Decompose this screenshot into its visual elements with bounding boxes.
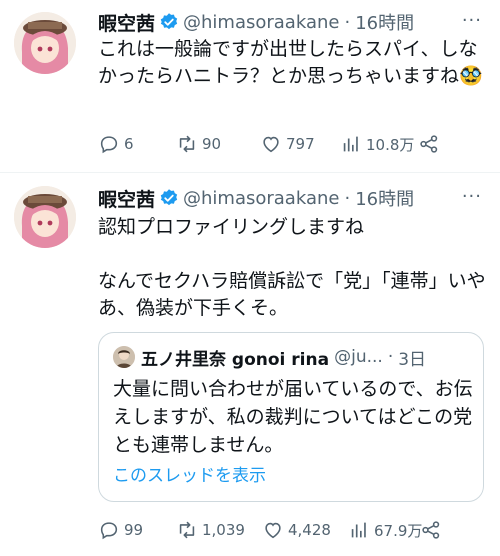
- separator: ·: [344, 11, 351, 33]
- avatar[interactable]: [14, 12, 76, 74]
- tweet-divider: [0, 172, 500, 173]
- avatar[interactable]: [14, 186, 76, 248]
- retweet-icon: [179, 135, 195, 153]
- retweet-count: 1,039: [202, 521, 245, 539]
- views-chart-icon: [343, 136, 358, 152]
- timestamp[interactable]: 16時間: [355, 9, 414, 35]
- tweet-2[interactable]: 暇空茜 @himasoraakane · 16時間 ··· 認知プロファイリング…: [0, 174, 500, 556]
- view-count: 10.8万: [366, 135, 415, 154]
- quoted-text: 大量に問い合わせが届いているので、お伝えしますが、私の裁判についてはどこの党とも…: [113, 378, 473, 456]
- separator: ·: [344, 187, 351, 209]
- quoted-header: 五ノ井里奈 gonoi rina @ju... · 3日: [141, 345, 426, 370]
- like-count: 797: [286, 135, 315, 153]
- reply-button[interactable]: 6: [98, 130, 134, 158]
- retweet-button[interactable]: 90: [176, 130, 221, 158]
- tweet-header: 暇空茜 @himasoraakane · 16時間: [98, 184, 414, 212]
- quoted-timestamp[interactable]: 3日: [398, 345, 426, 370]
- reply-button[interactable]: 99: [98, 516, 143, 544]
- quoted-separator: ·: [387, 347, 394, 367]
- action-bar: 99 1,039 4,428 67.9万: [98, 516, 490, 544]
- reply-icon: [100, 136, 118, 154]
- retweet-button[interactable]: 1,039: [176, 516, 245, 544]
- tweet-1[interactable]: 暇空茜 @himasoraakane · 16時間 ··· これは一般論ですが出…: [0, 0, 500, 170]
- handle[interactable]: @himasoraakane: [183, 12, 339, 33]
- display-name[interactable]: 暇空茜: [98, 185, 155, 212]
- verified-badge-icon: [160, 189, 178, 206]
- tweet-text: これは一般論ですが出世したらスパイ、しなかったらハニトラ？とか思っちゃいますね🥸: [98, 36, 490, 90]
- heart-icon: [265, 522, 281, 539]
- timestamp[interactable]: 16時間: [355, 185, 414, 211]
- share-icon: [422, 521, 440, 539]
- views-button[interactable]: 10.8万: [340, 130, 414, 158]
- share-button[interactable]: [420, 516, 446, 544]
- views-button[interactable]: 67.9万: [348, 516, 422, 544]
- quoted-avatar[interactable]: [113, 346, 135, 368]
- retweet-icon: [179, 521, 195, 539]
- share-icon: [420, 135, 438, 153]
- more-options-button[interactable]: ···: [462, 186, 482, 207]
- quoted-display-name[interactable]: 五ノ井里奈 gonoi rina: [141, 345, 329, 370]
- quoted-handle[interactable]: @ju...: [334, 347, 383, 367]
- reply-count: 99: [124, 521, 144, 539]
- reply-count: 6: [124, 135, 134, 153]
- view-count: 67.9万: [374, 521, 423, 540]
- handle[interactable]: @himasoraakane: [183, 188, 339, 209]
- verified-badge-icon: [160, 13, 178, 30]
- more-options-button[interactable]: ···: [462, 10, 482, 31]
- tweet-header: 暇空茜 @himasoraakane · 16時間: [98, 8, 414, 36]
- views-chart-icon: [351, 522, 366, 538]
- like-count: 4,428: [288, 521, 331, 539]
- like-button[interactable]: 797: [260, 130, 315, 158]
- retweet-count: 90: [202, 135, 222, 153]
- action-bar: 6 90 797 10.8万: [98, 130, 490, 158]
- like-button[interactable]: 4,428: [262, 516, 331, 544]
- display-name[interactable]: 暇空茜: [98, 9, 155, 36]
- reply-icon: [100, 522, 118, 540]
- tweet-text: 認知プロファイリングしますね なんでセクハラ賠償訴訟で「党」「連帯」いやあ、偽装…: [98, 216, 486, 319]
- disguise-emoji: 🥸: [459, 65, 483, 87]
- tweet-body: これは一般論ですが出世したらスパイ、しなかったらハニトラ？とか思っちゃいますね: [98, 38, 478, 87]
- heart-icon: [263, 136, 279, 153]
- share-button[interactable]: [418, 130, 444, 158]
- quoted-tweet[interactable]: 五ノ井里奈 gonoi rina @ju... · 3日 大量に問い合わせが届い…: [98, 332, 484, 502]
- show-thread-link[interactable]: このスレッドを表示: [113, 461, 266, 486]
